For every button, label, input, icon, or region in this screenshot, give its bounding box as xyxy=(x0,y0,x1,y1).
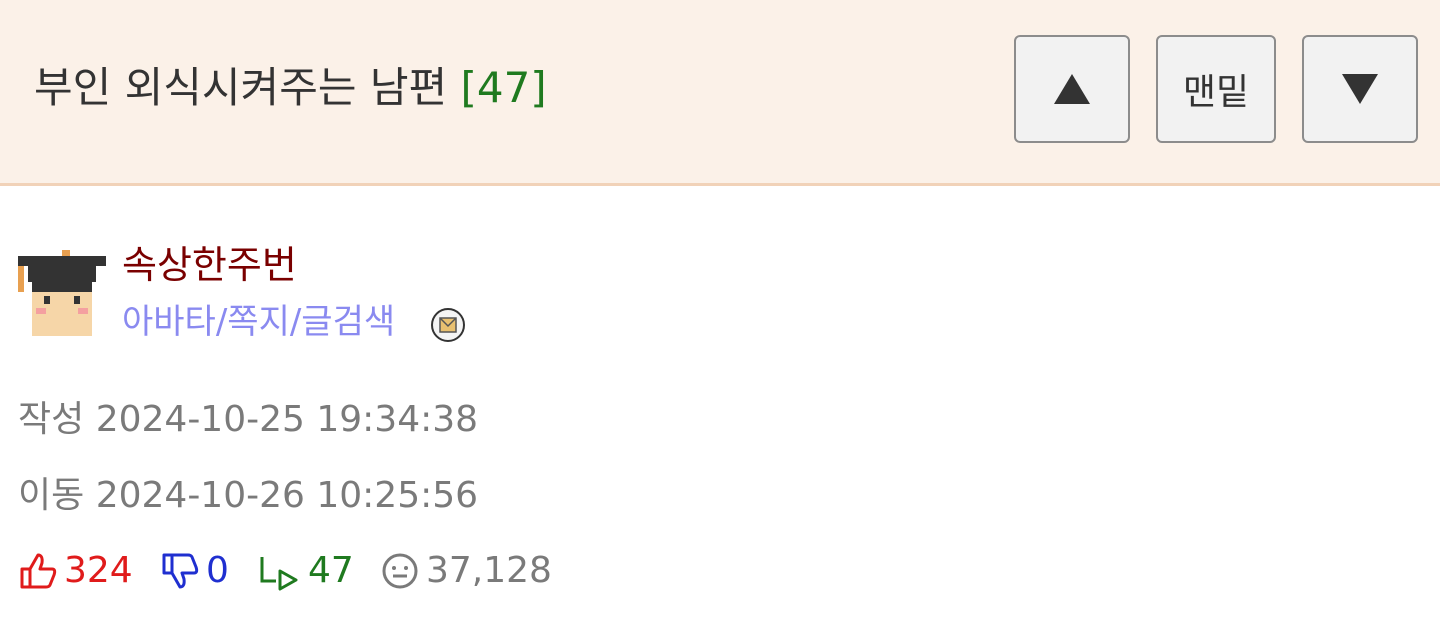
upvote-count: 324 xyxy=(64,550,133,591)
post-title: 부인 외식시켜주는 남편 [47] xyxy=(34,56,547,120)
thumbs-up-icon xyxy=(20,553,57,589)
author-avatar[interactable] xyxy=(18,250,106,338)
scroll-bottom-button[interactable]: 맨밑 xyxy=(1156,35,1276,143)
moved-timestamp: 이동 2024-10-26 10:25:56 xyxy=(18,472,478,520)
view-count: 37,128 xyxy=(426,550,552,591)
author-links[interactable]: 아바타/쪽지/글검색 xyxy=(122,298,395,346)
reply-arrow-icon xyxy=(260,557,298,591)
scroll-bottom-label: 맨밑 xyxy=(1182,72,1250,113)
created-value: 2024-10-25 19:34:38 xyxy=(95,399,479,440)
downvote-count: 0 xyxy=(206,550,229,591)
moved-value: 2024-10-26 10:25:56 xyxy=(95,475,479,516)
graduate-avatar-icon xyxy=(18,250,106,336)
reply-stat[interactable]: 47 xyxy=(258,546,354,596)
post-header: 부인 외식시켜주는 남편 [47] 맨밑 xyxy=(0,0,1440,186)
comment-count[interactable]: [47] xyxy=(460,63,546,112)
scroll-down-button[interactable] xyxy=(1302,35,1418,143)
thumbs-down-icon xyxy=(162,553,199,589)
triangle-up-icon xyxy=(1054,74,1090,104)
post-stats: 324 0 47 37,128 xyxy=(18,546,718,596)
moved-label: 이동 xyxy=(18,475,85,516)
view-stat: 37,128 xyxy=(380,546,552,596)
triangle-down-icon xyxy=(1342,74,1378,104)
scroll-up-button[interactable] xyxy=(1014,35,1130,143)
created-label: 작성 xyxy=(18,399,85,440)
downvote-stat[interactable]: 0 xyxy=(160,546,229,596)
created-timestamp: 작성 2024-10-25 19:34:38 xyxy=(18,396,478,444)
reply-count: 47 xyxy=(308,550,354,591)
post-title-text: 부인 외식시켜주는 남편 xyxy=(34,63,448,112)
author-name[interactable]: 속상한주번 xyxy=(122,240,297,290)
smiley-views-icon xyxy=(382,553,418,589)
upvote-stat[interactable]: 324 xyxy=(18,546,133,596)
envelope-icon[interactable] xyxy=(430,307,466,343)
